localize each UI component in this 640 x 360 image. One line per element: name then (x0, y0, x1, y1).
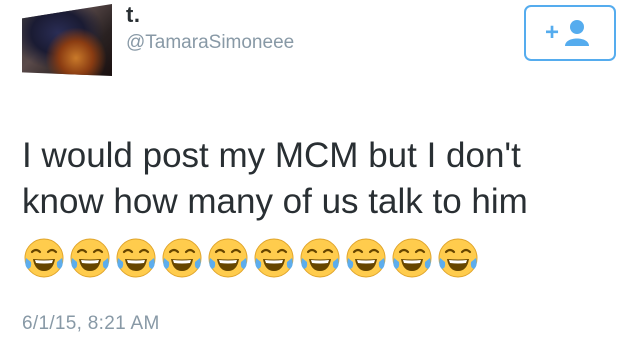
face-with-tears-of-joy-icon (344, 236, 388, 280)
user-handle[interactable]: @TamaraSimoneee (126, 32, 294, 54)
tweet-timestamp[interactable]: 6/1/15, 8:21 AM (22, 313, 160, 335)
plus-sign: + (545, 19, 559, 46)
face-with-tears-of-joy-icon (436, 236, 480, 280)
face-with-tears-of-joy-icon (68, 236, 112, 280)
tweet-text-line-1: I would post my MCM but I don't (22, 136, 521, 175)
add-user-icon: + (545, 19, 589, 46)
emoji-row (22, 236, 480, 280)
tweet-text-line-2: know how many of us talk to him (22, 182, 528, 221)
avatar[interactable] (22, 4, 112, 76)
face-with-tears-of-joy-icon (252, 236, 296, 280)
tweet-text: I would post my MCM but I don't know how… (22, 133, 622, 225)
face-with-tears-of-joy-icon (22, 236, 66, 280)
face-with-tears-of-joy-icon (114, 236, 158, 280)
follow-button[interactable]: + (524, 5, 616, 61)
display-name[interactable]: t. (126, 2, 140, 28)
face-with-tears-of-joy-icon (390, 236, 434, 280)
face-with-tears-of-joy-icon (298, 236, 342, 280)
face-with-tears-of-joy-icon (160, 236, 204, 280)
tweet-card: t. @TamaraSimoneee + I would post my MCM… (0, 0, 640, 360)
face-with-tears-of-joy-icon (206, 236, 250, 280)
